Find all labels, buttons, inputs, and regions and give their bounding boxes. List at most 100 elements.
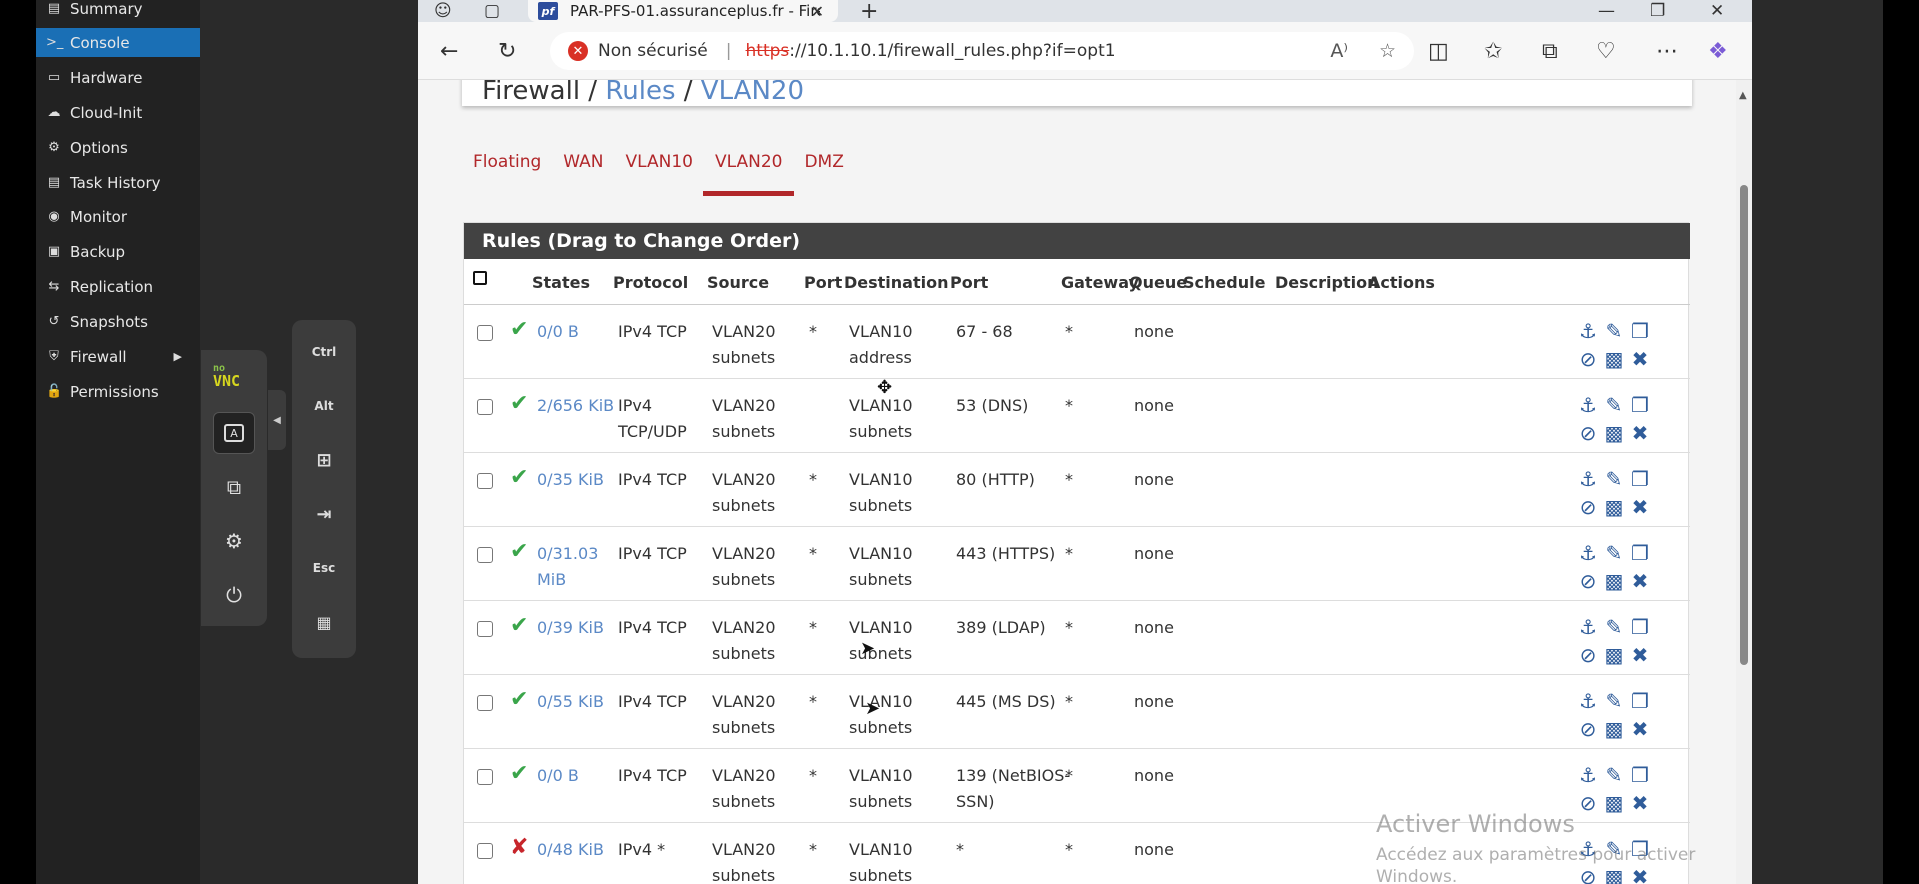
copy-icon[interactable]: ❐	[1627, 761, 1653, 789]
sidebar-item-firewall[interactable]: ⛨ Firewall ▶	[36, 342, 200, 371]
delete-x-icon[interactable]: ✖	[1627, 345, 1653, 373]
disable-icon[interactable]: ⊘	[1575, 419, 1601, 447]
states-link[interactable]: 0/31.03 MiB	[537, 544, 598, 589]
copy-icon[interactable]: ❐	[1627, 465, 1653, 493]
favorites-icon[interactable]: ✩	[1484, 36, 1502, 66]
scroll-up-icon[interactable]: ▲	[1739, 90, 1747, 101]
select-all-checkbox[interactable]	[473, 271, 487, 285]
delete-x-icon[interactable]: ✖	[1627, 641, 1653, 669]
profile-icon[interactable]: ☺	[434, 0, 452, 22]
fullscreen-button[interactable]: ⧉	[213, 466, 255, 508]
copy-icon[interactable]: ❐	[1627, 687, 1653, 715]
delete-x-icon[interactable]: ✖	[1627, 493, 1653, 521]
anchor-icon[interactable]: ⚓	[1575, 613, 1601, 641]
windows-key-button[interactable]: ⊞	[302, 438, 346, 482]
address-bar[interactable]: ✕ Non sécurisé | https ://10.1.10.1/fire…	[550, 32, 1414, 70]
row-checkbox[interactable]	[477, 325, 493, 341]
power-button[interactable]: ⏻	[213, 574, 255, 616]
disable-icon[interactable]: ⊘	[1575, 641, 1601, 669]
disable-icon[interactable]: ⊘	[1575, 715, 1601, 743]
table-row[interactable]: ✔ 0/55 KiB IPv4 TCP VLAN20 subnets * VLAN10 sub…	[464, 675, 1690, 749]
states-link[interactable]: 0/0 B	[537, 766, 579, 785]
tab-key-button[interactable]: ⇥	[302, 492, 346, 536]
restore-icon[interactable]: ❐	[1650, 0, 1665, 22]
edit-pencil-icon[interactable]: ✎	[1601, 761, 1627, 789]
settings-button[interactable]: ⚙	[213, 520, 255, 562]
delete-x-icon[interactable]: ✖	[1627, 567, 1653, 595]
states-link[interactable]: 0/0 B	[537, 322, 579, 341]
edit-pencil-icon[interactable]: ✎	[1601, 391, 1627, 419]
disable-icon[interactable]: ⊘	[1575, 567, 1601, 595]
tab-floating[interactable]: Floating	[473, 152, 541, 196]
trash-icon[interactable]: ▩	[1601, 863, 1627, 884]
sidebar-item-monitor[interactable]: ◉ Monitor	[36, 202, 200, 231]
row-checkbox[interactable]	[477, 621, 493, 637]
delete-x-icon[interactable]: ✖	[1627, 715, 1653, 743]
copy-icon[interactable]: ❐	[1627, 391, 1653, 419]
sidebar-item-backup[interactable]: ▣ Backup	[36, 237, 200, 266]
trash-icon[interactable]: ▩	[1601, 641, 1627, 669]
row-checkbox[interactable]	[477, 769, 493, 785]
browser-essentials-icon[interactable]: ♡	[1596, 36, 1616, 66]
esc-key-button[interactable]: Esc	[302, 546, 346, 590]
novnc-bar-handle[interactable]: ◀	[268, 390, 286, 450]
sidebar-item-summary[interactable]: ▤ Summary	[36, 0, 200, 23]
states-link[interactable]: 0/55 KiB	[537, 692, 604, 711]
refresh-icon[interactable]: ↻	[498, 36, 516, 66]
states-link[interactable]: 0/35 KiB	[537, 470, 604, 489]
disable-icon[interactable]: ⊘	[1575, 493, 1601, 521]
edit-pencil-icon[interactable]: ✎	[1601, 465, 1627, 493]
table-row[interactable]: ✔ 2/656 KiB IPv4 TCP/UDP VLAN20 subnets VLAN10…	[464, 379, 1690, 453]
browser-tab[interactable]: pf PAR-PFS-01.assuranceplus.fr - Fire ✕	[528, 0, 838, 22]
row-checkbox[interactable]	[477, 843, 493, 859]
alt-key-button[interactable]: Alt	[302, 384, 346, 428]
edit-pencil-icon[interactable]: ✎	[1601, 835, 1627, 863]
table-row[interactable]: ✔ 0/0 B IPv4 TCP VLAN20 subnets * VLAN10 addres…	[464, 305, 1690, 379]
disable-icon[interactable]: ⊘	[1575, 789, 1601, 817]
edit-pencil-icon[interactable]: ✎	[1601, 687, 1627, 715]
copy-icon[interactable]: ❐	[1627, 539, 1653, 567]
ctrl-key-button[interactable]: Ctrl	[302, 330, 346, 374]
delete-x-icon[interactable]: ✖	[1627, 419, 1653, 447]
row-checkbox[interactable]	[477, 695, 493, 711]
trash-icon[interactable]: ▩	[1601, 345, 1627, 373]
anchor-icon[interactable]: ⚓	[1575, 835, 1601, 863]
table-row[interactable]: ✔ 0/0 B IPv4 TCP VLAN20 subnets * VLAN10 subnet…	[464, 749, 1690, 823]
trash-icon[interactable]: ▩	[1601, 493, 1627, 521]
sidebar-item-console[interactable]: >_ Console	[36, 28, 200, 57]
close-tab-icon[interactable]: ✕	[811, 2, 824, 21]
edit-pencil-icon[interactable]: ✎	[1601, 317, 1627, 345]
sidebar-item-permissions[interactable]: 🔓 Permissions	[36, 377, 200, 406]
sidebar-item-task-history[interactable]: ▤ Task History	[36, 168, 200, 197]
tab-vlan10[interactable]: VLAN10	[626, 152, 693, 196]
back-icon[interactable]: ←	[440, 36, 458, 66]
close-window-icon[interactable]: ✕	[1710, 0, 1724, 22]
scrollbar-thumb[interactable]	[1740, 185, 1748, 665]
copy-icon[interactable]: ❐	[1627, 317, 1653, 345]
disable-icon[interactable]: ⊘	[1575, 863, 1601, 884]
read-aloud-icon[interactable]: A⁾	[1330, 40, 1348, 62]
states-link[interactable]: 2/656 KiB	[537, 396, 614, 415]
ctrl-alt-del-button[interactable]: ▦	[302, 600, 346, 644]
sidebar-item-cloud-init[interactable]: ☁ Cloud-Init	[36, 98, 200, 127]
new-tab-icon[interactable]: +	[860, 0, 878, 24]
disable-icon[interactable]: ⊘	[1575, 345, 1601, 373]
copilot-icon[interactable]: ❖	[1708, 36, 1728, 66]
row-checkbox[interactable]	[477, 399, 493, 415]
anchor-icon[interactable]: ⚓	[1575, 465, 1601, 493]
sidebar-item-replication[interactable]: ⇆ Replication	[36, 272, 200, 301]
anchor-icon[interactable]: ⚓	[1575, 687, 1601, 715]
states-link[interactable]: 0/48 KiB	[537, 840, 604, 859]
table-row[interactable]: ✘ 0/48 KiB IPv4 * VLAN20 subnets * VLAN10 subne…	[464, 823, 1690, 884]
anchor-icon[interactable]: ⚓	[1575, 391, 1601, 419]
trash-icon[interactable]: ▩	[1601, 567, 1627, 595]
trash-icon[interactable]: ▩	[1601, 715, 1627, 743]
workspaces-icon[interactable]: ▢	[484, 0, 500, 22]
row-checkbox[interactable]	[477, 547, 493, 563]
table-row[interactable]: ✔ 0/39 KiB IPv4 TCP VLAN20 subnets * VLAN10 sub…	[464, 601, 1690, 675]
split-screen-icon[interactable]: ◫	[1428, 36, 1449, 66]
collections-icon[interactable]: ⧉	[1542, 36, 1558, 66]
tab-vlan20[interactable]: VLAN20	[702, 152, 796, 196]
sidebar-item-options[interactable]: ⚙ Options	[36, 133, 200, 162]
delete-x-icon[interactable]: ✖	[1627, 863, 1653, 884]
